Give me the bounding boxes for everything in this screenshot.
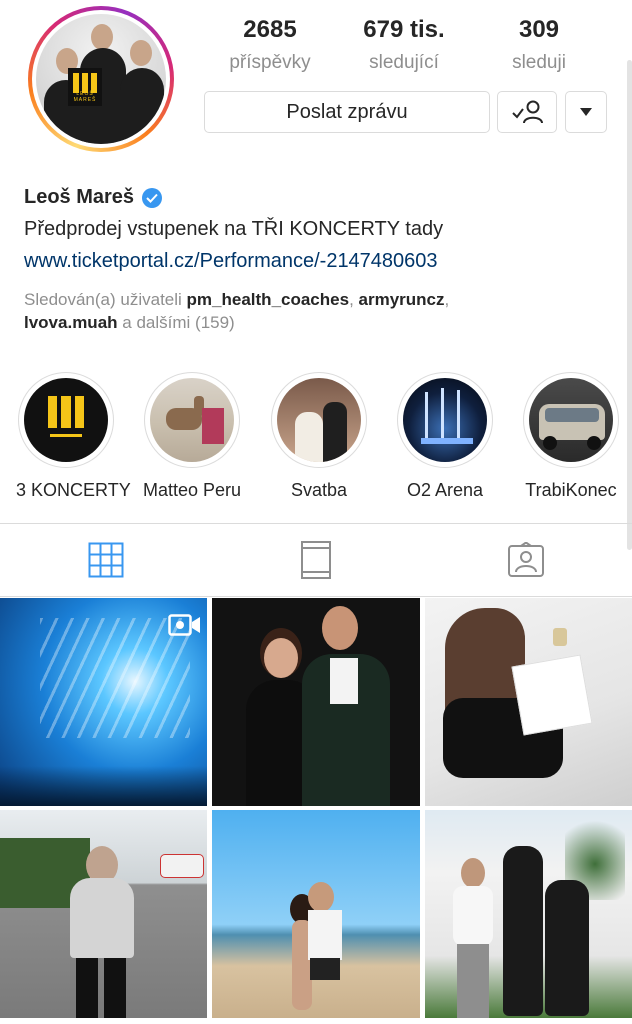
highlight-label: Svatba (290, 480, 348, 500)
highlight-thumbnail (24, 378, 108, 462)
following-button[interactable] (497, 91, 557, 133)
divider (0, 596, 632, 597)
person-check-icon (512, 100, 543, 124)
posts-count[interactable]: 2685 příspěvky (210, 16, 330, 74)
followed-user-link[interactable]: armyruncz (359, 290, 445, 309)
more-options-button[interactable] (565, 91, 607, 133)
post-thumbnail[interactable] (425, 598, 632, 806)
profile-name: Leoš Mareš (24, 186, 135, 208)
highlight-label: O2 Arena (406, 480, 484, 500)
feed-icon (301, 541, 331, 579)
tab-feed[interactable] (296, 540, 336, 580)
tagged-person-icon (508, 542, 544, 577)
highlight-item[interactable]: O2 Arena (395, 372, 495, 501)
highlight-label: 3 KONCERTY (16, 480, 131, 500)
highlight-label: TrabiKonec (525, 480, 617, 500)
tab-tagged[interactable] (506, 540, 546, 580)
profile-bio: Předprodej vstupenek na TŘI KONCERTY tad… (24, 218, 444, 240)
following-count[interactable]: 309 sleduji (479, 16, 599, 74)
followed-user-link[interactable]: pm_health_coaches (187, 290, 350, 309)
verified-badge-icon (142, 187, 163, 208)
divider (0, 523, 632, 524)
video-icon (168, 614, 200, 636)
highlight-item[interactable]: 3 KONCERTY (16, 372, 131, 501)
highlight-item[interactable]: Matteo Peru (142, 372, 242, 501)
highlight-label: Matteo Peru (142, 480, 242, 500)
avatar-photo: LEOŠ MAREŠ (36, 14, 166, 144)
followers-count[interactable]: 679 tis. sledující (344, 16, 464, 74)
caret-down-icon (580, 108, 592, 116)
concert-logo: LEOŠ MAREŠ (68, 68, 102, 106)
post-thumbnail[interactable] (0, 598, 207, 806)
tab-grid[interactable] (86, 540, 126, 580)
followed-by[interactable]: Sledován(a) uživateli pm_health_coaches,… (24, 288, 614, 334)
post-thumbnail[interactable] (0, 810, 207, 1018)
post-thumbnail[interactable] (212, 810, 420, 1018)
highlight-thumbnail (150, 378, 234, 462)
highlight-thumbnail (403, 378, 487, 462)
highlight-thumbnail (529, 378, 613, 462)
highlight-item[interactable]: Svatba (269, 372, 369, 501)
profile-name-row: Leoš Mareš (24, 186, 614, 209)
post-thumbnail[interactable] (212, 598, 420, 806)
scrollbar[interactable] (627, 60, 632, 550)
profile-link[interactable]: www.ticketportal.cz/Performance/-2147480… (24, 250, 614, 273)
highlight-thumbnail (277, 378, 361, 462)
send-message-button[interactable]: Poslat zprávu (204, 91, 490, 133)
profile-avatar[interactable]: LEOŠ MAREŠ (28, 6, 174, 152)
highlight-item[interactable]: TrabiKonec (521, 372, 621, 501)
followed-user-link[interactable]: lvova.muah (24, 313, 118, 332)
post-thumbnail[interactable] (425, 810, 632, 1018)
grid-icon (88, 542, 124, 578)
